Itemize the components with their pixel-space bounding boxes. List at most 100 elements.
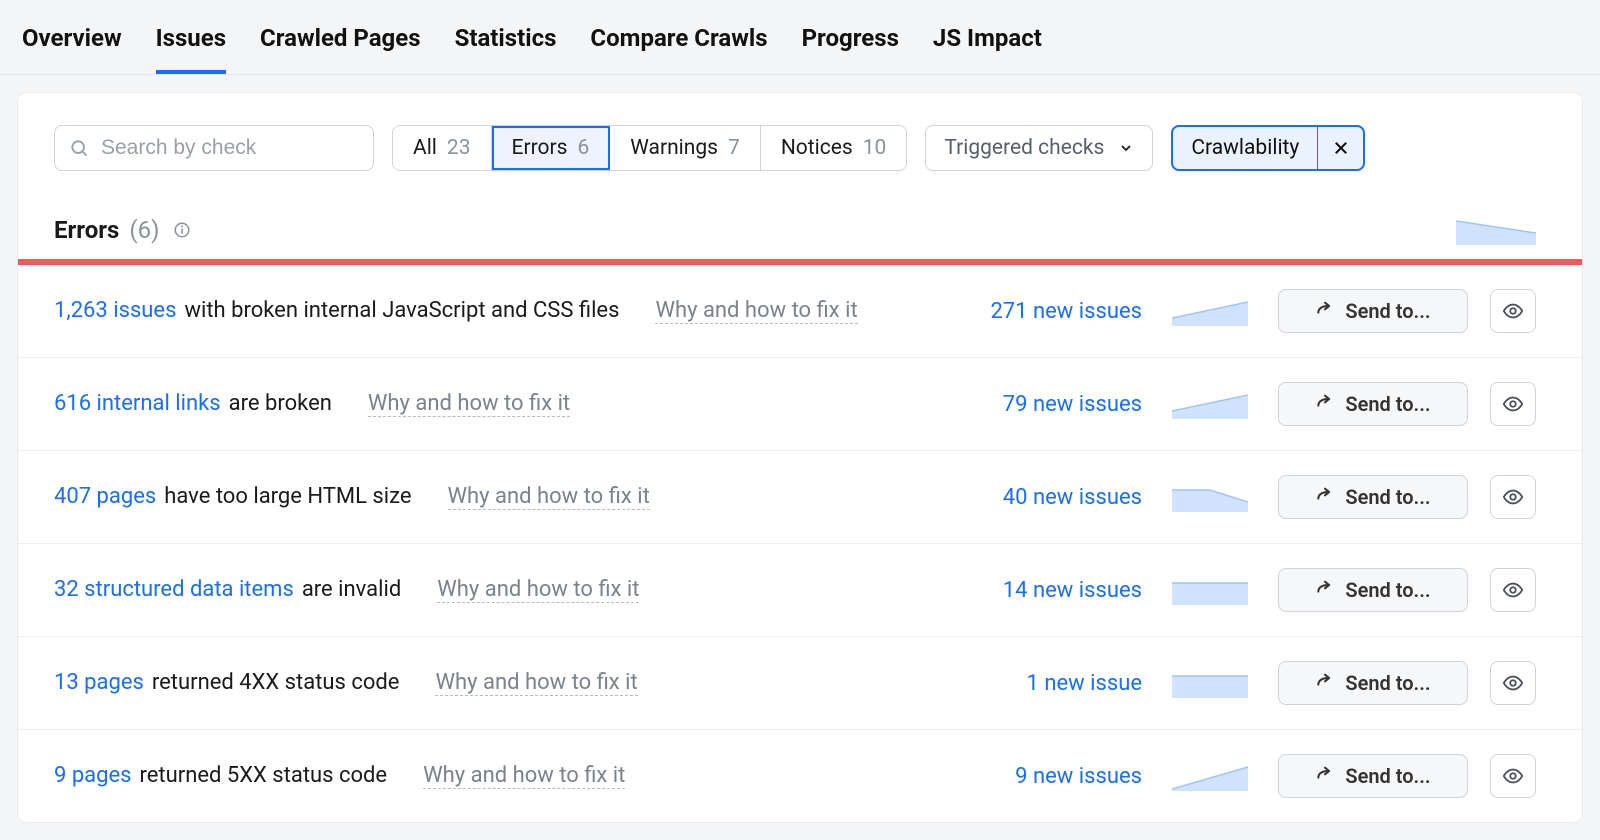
send-to-label: Send to... xyxy=(1345,299,1430,323)
why-how-to-fix-link[interactable]: Why and how to fix it xyxy=(448,484,650,510)
issue-row: 13 pages returned 4XX status code Why an… xyxy=(18,637,1582,730)
issues-card: All 23 Errors 6 Warnings 7 Notices 10 Tr… xyxy=(18,93,1582,822)
row-sparkline xyxy=(1164,389,1256,419)
preview-button[interactable] xyxy=(1490,754,1536,798)
preview-button[interactable] xyxy=(1490,661,1536,705)
preview-button[interactable] xyxy=(1490,568,1536,612)
send-arrow-icon xyxy=(1315,580,1335,600)
issue-row: 32 structured data items are invalid Why… xyxy=(18,544,1582,637)
send-arrow-icon xyxy=(1315,673,1335,693)
issue-count-link[interactable]: 9 pages xyxy=(54,763,132,788)
row-sparkline xyxy=(1164,296,1256,326)
row-sparkline xyxy=(1164,575,1256,605)
section-title: Errors xyxy=(54,216,119,244)
why-how-to-fix-link[interactable]: Why and how to fix it xyxy=(435,670,637,696)
search-input[interactable] xyxy=(99,135,359,161)
tab-crawled-pages[interactable]: Crawled Pages xyxy=(260,14,421,74)
issue-row: 407 pages have too large HTML size Why a… xyxy=(18,451,1582,544)
eye-icon xyxy=(1502,300,1524,322)
search-input-wrap[interactable] xyxy=(54,125,374,171)
send-to-label: Send to... xyxy=(1345,764,1430,788)
send-arrow-icon xyxy=(1315,394,1335,414)
new-issues-link[interactable]: 79 new issues xyxy=(942,392,1142,417)
eye-icon xyxy=(1502,765,1524,787)
filter-notices[interactable]: Notices 10 xyxy=(761,126,907,170)
tab-compare-crawls[interactable]: Compare Crawls xyxy=(590,14,767,74)
dropdown-label: Triggered checks xyxy=(944,136,1104,160)
eye-icon xyxy=(1502,486,1524,508)
triggered-checks-dropdown[interactable]: Triggered checks xyxy=(925,125,1153,171)
section-count: (6) xyxy=(129,216,159,244)
new-issues-link[interactable]: 9 new issues xyxy=(942,764,1142,789)
issue-row: 1,263 issues with broken internal JavaSc… xyxy=(18,265,1582,358)
tab-js-impact[interactable]: JS Impact xyxy=(933,14,1042,74)
filter-errors[interactable]: Errors 6 xyxy=(492,126,611,170)
issue-description: 1,263 issues with broken internal JavaSc… xyxy=(54,298,920,324)
filter-segment: All 23 Errors 6 Warnings 7 Notices 10 xyxy=(392,125,907,171)
why-how-to-fix-link[interactable]: Why and how to fix it xyxy=(423,763,625,789)
send-arrow-icon xyxy=(1315,766,1335,786)
issue-count-link[interactable]: 616 internal links xyxy=(54,391,221,416)
send-to-label: Send to... xyxy=(1345,485,1430,509)
send-arrow-icon xyxy=(1315,301,1335,321)
filter-chip-crawlability: Crawlability xyxy=(1171,125,1365,171)
issue-count-link[interactable]: 32 structured data items xyxy=(54,577,294,602)
send-to-button[interactable]: Send to... xyxy=(1278,475,1468,519)
filter-notices-count: 10 xyxy=(863,136,887,160)
send-to-button[interactable]: Send to... xyxy=(1278,568,1468,612)
filter-warnings-count: 7 xyxy=(728,136,740,160)
new-issues-link[interactable]: 40 new issues xyxy=(942,485,1142,510)
issue-description: 13 pages returned 4XX status code Why an… xyxy=(54,670,920,696)
info-icon[interactable] xyxy=(173,221,191,239)
issue-text: with broken internal JavaScript and CSS … xyxy=(184,298,619,323)
send-to-button[interactable]: Send to... xyxy=(1278,289,1468,333)
row-sparkline xyxy=(1164,668,1256,698)
filter-all[interactable]: All 23 xyxy=(393,126,492,170)
filter-errors-label: Errors xyxy=(512,136,568,160)
top-nav: Overview Issues Crawled Pages Statistics… xyxy=(0,0,1600,75)
issue-count-link[interactable]: 13 pages xyxy=(54,670,144,695)
tab-overview[interactable]: Overview xyxy=(22,14,122,74)
filter-notices-label: Notices xyxy=(781,136,853,160)
section-head: Errors (6) xyxy=(18,181,1582,259)
preview-button[interactable] xyxy=(1490,475,1536,519)
filter-warnings[interactable]: Warnings 7 xyxy=(610,126,761,170)
chip-remove-button[interactable] xyxy=(1317,127,1363,169)
issue-text: have too large HTML size xyxy=(164,484,411,509)
issue-text: are invalid xyxy=(302,577,401,602)
chevron-down-icon xyxy=(1118,140,1134,156)
toolbar: All 23 Errors 6 Warnings 7 Notices 10 Tr… xyxy=(18,93,1582,181)
preview-button[interactable] xyxy=(1490,289,1536,333)
preview-button[interactable] xyxy=(1490,382,1536,426)
send-to-button[interactable]: Send to... xyxy=(1278,754,1468,798)
issue-description: 616 internal links are broken Why and ho… xyxy=(54,391,920,417)
filter-warnings-label: Warnings xyxy=(630,136,718,160)
overview-sparkline xyxy=(1456,215,1536,245)
row-sparkline xyxy=(1164,482,1256,512)
new-issues-link[interactable]: 1 new issue xyxy=(942,671,1142,696)
eye-icon xyxy=(1502,393,1524,415)
why-how-to-fix-link[interactable]: Why and how to fix it xyxy=(655,298,857,324)
issue-count-link[interactable]: 1,263 issues xyxy=(54,298,176,323)
send-to-label: Send to... xyxy=(1345,578,1430,602)
new-issues-link[interactable]: 14 new issues xyxy=(942,578,1142,603)
tab-progress[interactable]: Progress xyxy=(802,14,899,74)
row-sparkline xyxy=(1164,761,1256,791)
issue-count-link[interactable]: 407 pages xyxy=(54,484,156,509)
send-to-label: Send to... xyxy=(1345,671,1430,695)
issue-row: 9 pages returned 5XX status code Why and… xyxy=(18,730,1582,822)
tab-statistics[interactable]: Statistics xyxy=(455,14,557,74)
chip-label: Crawlability xyxy=(1173,136,1317,160)
why-how-to-fix-link[interactable]: Why and how to fix it xyxy=(368,391,570,417)
send-to-button[interactable]: Send to... xyxy=(1278,661,1468,705)
tab-issues[interactable]: Issues xyxy=(156,14,226,74)
filter-all-count: 23 xyxy=(447,136,471,160)
send-to-button[interactable]: Send to... xyxy=(1278,382,1468,426)
send-to-label: Send to... xyxy=(1345,392,1430,416)
issue-description: 407 pages have too large HTML size Why a… xyxy=(54,484,920,510)
issue-description: 32 structured data items are invalid Why… xyxy=(54,577,920,603)
why-how-to-fix-link[interactable]: Why and how to fix it xyxy=(437,577,639,603)
issue-row: 616 internal links are broken Why and ho… xyxy=(18,358,1582,451)
new-issues-link[interactable]: 271 new issues xyxy=(942,299,1142,324)
filter-all-label: All xyxy=(413,136,437,160)
